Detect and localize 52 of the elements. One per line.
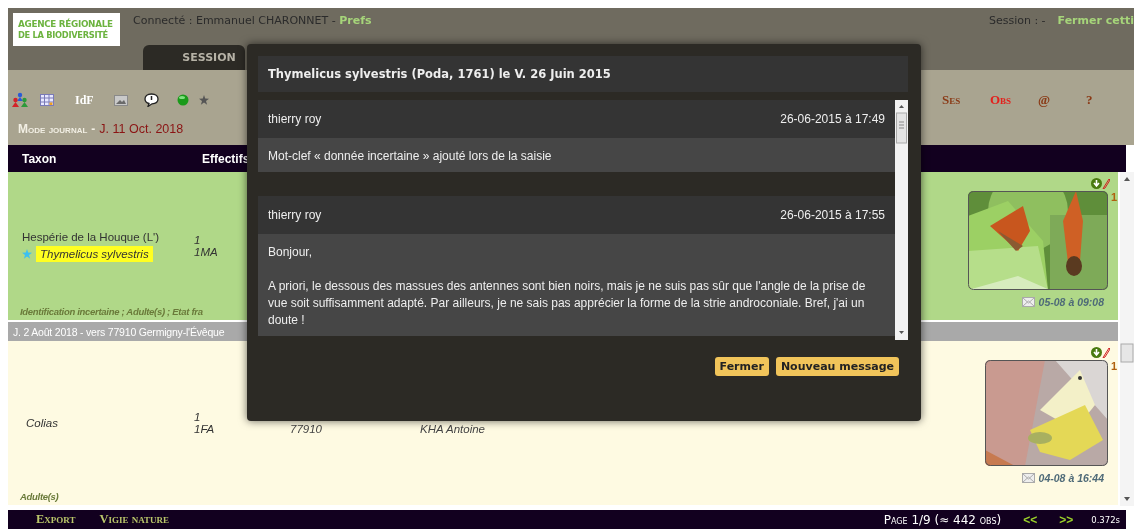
observation-date: 04-08 à 16:44 — [1038, 472, 1104, 484]
previous-page-link[interactable]: << — [1023, 512, 1038, 527]
message-author: thierry roy — [268, 112, 322, 126]
image-icon — [113, 94, 128, 106]
remarks-text: Adulte(s) — [20, 491, 59, 502]
count-value: 1FA — [194, 423, 216, 435]
download-icon[interactable] — [1091, 178, 1102, 189]
next-page-link[interactable]: >> — [1059, 512, 1074, 527]
speech-bubble-icon — [143, 93, 159, 107]
session-label: Session : - — [988, 14, 1046, 27]
photo-count: 1 — [1111, 360, 1118, 372]
message-text: Mot-clef « donnée incertaine » ajouté lors de la saisie — [268, 148, 553, 165]
remarks-text: Identification incertaine ; Adulte(s) ; Etat fra — [20, 306, 203, 317]
load-time: 0.372s — [1091, 514, 1120, 525]
scrollbar[interactable] — [895, 100, 908, 340]
envelope-icon[interactable] — [1021, 473, 1035, 483]
column-header: Effectifs — [202, 151, 250, 166]
footer-link[interactable]: Export — [36, 512, 76, 527]
message-time: 26-06-2015 à 17:49 — [780, 112, 885, 126]
scientific-name[interactable]: Thymelicus sylvestris — [36, 245, 153, 262]
connected-user-label: Connecté : Emmanuel CHARONNET - — [133, 14, 337, 27]
commune-value: 77910 — [290, 423, 322, 435]
grid-icon — [40, 94, 54, 106]
tab[interactable]: SESSION — [143, 45, 245, 70]
photo-count: 1 — [1111, 191, 1118, 203]
logo: AGENCE RÉGIONALE DE LA BIODIVERSITÉ — [13, 13, 120, 46]
mode-separator: - — [91, 122, 96, 136]
dialog-button[interactable]: Fermer — [714, 357, 769, 376]
footer-link[interactable]: Vigie nature — [99, 512, 170, 527]
pencil-icon[interactable] — [1102, 347, 1110, 358]
observation-date: 05-08 à 09:08 — [1038, 296, 1104, 308]
count-value: 1 — [194, 234, 202, 246]
star-icon — [198, 95, 209, 105]
download-icon[interactable] — [1091, 347, 1102, 358]
common-name: Hespérie de la Houque (L') — [22, 230, 161, 243]
message-author: thierry roy — [268, 208, 322, 222]
people-icon — [12, 92, 28, 108]
message-time: 26-06-2015 à 17:55 — [780, 208, 885, 222]
mode-date: J. 11 Oct. 2018 — [99, 122, 184, 136]
observer-name: KHA Antoine — [420, 423, 485, 435]
count-value: 1 — [194, 411, 202, 423]
dialog-button[interactable]: Nouveau message — [775, 357, 899, 376]
message-text: Bonjour, — [268, 244, 314, 261]
mode-label: Mode journal — [18, 122, 88, 136]
scientific-name[interactable]: Colias — [22, 415, 62, 431]
page-info: Page 1/9 (≈ 442 obs) — [883, 512, 1002, 527]
column-header: Taxon — [22, 151, 58, 166]
ball-icon — [176, 94, 189, 106]
dialog-title: Thymelicus sylvestris (Poda, 1761) le V. 26 Juin 2015 — [258, 56, 908, 92]
scrollbar[interactable] — [1120, 172, 1134, 506]
pencil-icon[interactable] — [1102, 178, 1110, 189]
envelope-icon[interactable] — [1021, 297, 1035, 307]
